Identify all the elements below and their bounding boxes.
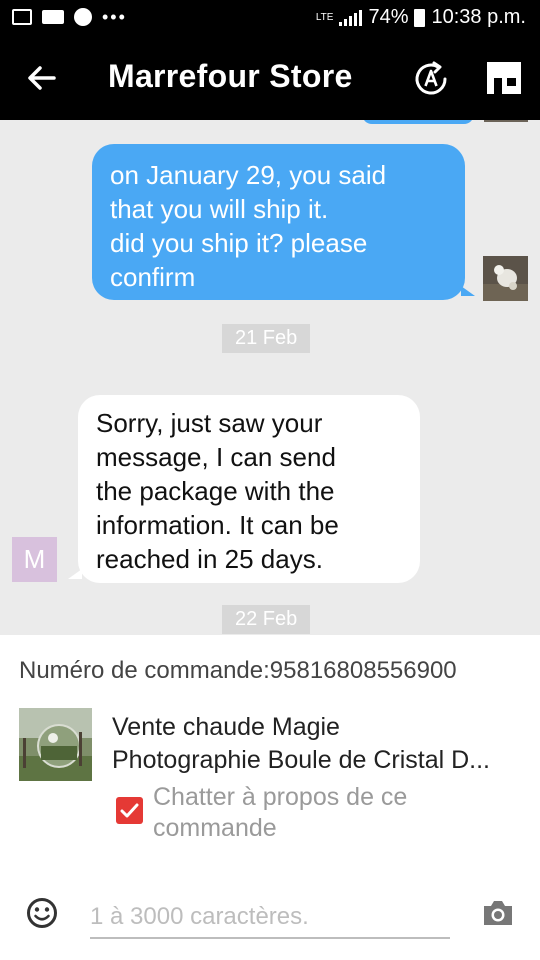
- order-number: Numéro de commande:95816808556900: [19, 657, 457, 685]
- message-line: reached in 25 days.: [96, 544, 323, 574]
- message-line: that you will ship it.: [110, 194, 329, 224]
- app-header: Marrefour Store: [0, 38, 540, 120]
- message-line: the package with the: [96, 476, 335, 506]
- message-line: confirm: [110, 262, 196, 292]
- auto-translate-icon[interactable]: [412, 60, 450, 98]
- message-line: information. It can be: [96, 510, 339, 540]
- mail-icon: [42, 10, 64, 24]
- system-indicators: LTE 74% 10:38 p.m.: [316, 6, 526, 29]
- product-name[interactable]: Vente chaude Magie Photographie Boule de…: [112, 711, 522, 777]
- product-thumbnail[interactable]: [19, 708, 92, 781]
- network-type: LTE: [315, 11, 334, 23]
- chat-about-label-line1: Chatter à propos de ce: [153, 783, 408, 811]
- product-name-line2: Photographie Boule de Cristal D...: [112, 746, 490, 774]
- outgoing-message-bubble[interactable]: on January 29, you said that you will sh…: [92, 144, 475, 300]
- chat-about-order-checkbox[interactable]: [116, 797, 143, 824]
- product-name-line1: Vente chaude Magie: [112, 713, 340, 741]
- message-line: on January 29, you said: [110, 160, 387, 190]
- message-line: message, I can send: [96, 442, 336, 472]
- messenger-icon: [74, 8, 92, 26]
- battery-percent: 74%: [368, 6, 409, 28]
- incoming-message-bubble[interactable]: Sorry, just saw your message, I can send…: [68, 395, 420, 583]
- product-image: [19, 708, 92, 781]
- chat-about-order-label[interactable]: Chatter à propos de ce commande: [153, 782, 453, 844]
- chat-history[interactable]: on January 29, you said that you will sh…: [0, 120, 540, 635]
- user-avatar: [483, 256, 528, 301]
- date-separator: 22 Feb: [222, 605, 311, 634]
- clock: 10:38 p.m.: [431, 6, 526, 28]
- signal-icon: [339, 9, 363, 26]
- checkmark-icon: [120, 803, 139, 818]
- message-input[interactable]: [90, 897, 450, 939]
- camera-icon[interactable]: [481, 898, 515, 928]
- message-composer: [0, 863, 540, 960]
- status-bar: ••• LTE 74% 10:38 p.m.: [0, 0, 540, 38]
- gallery-icon: [12, 9, 32, 25]
- user-avatar-image: [483, 256, 528, 301]
- battery-icon: [414, 8, 426, 27]
- chat-about-label-line2: commande: [153, 814, 277, 842]
- back-arrow-icon[interactable]: [24, 60, 60, 96]
- message-line: Sorry, just saw your: [96, 408, 323, 438]
- more-dots-icon: •••: [102, 7, 127, 27]
- previous-message-bubble: [362, 120, 474, 124]
- previous-message-avatar: [484, 120, 528, 122]
- seller-avatar: M: [12, 537, 57, 582]
- order-number-value: 95816808556900: [269, 657, 457, 684]
- notification-icons: •••: [12, 8, 127, 26]
- emoji-icon[interactable]: [26, 897, 58, 929]
- chat-title: Marrefour Store: [108, 58, 353, 94]
- message-line: did you ship it? please: [110, 228, 368, 258]
- order-number-label: Numéro de commande:: [19, 657, 270, 684]
- store-icon[interactable]: [484, 60, 524, 96]
- date-separator: 21 Feb: [222, 324, 311, 353]
- order-panel: Numéro de commande:95816808556900 Vente …: [0, 635, 540, 864]
